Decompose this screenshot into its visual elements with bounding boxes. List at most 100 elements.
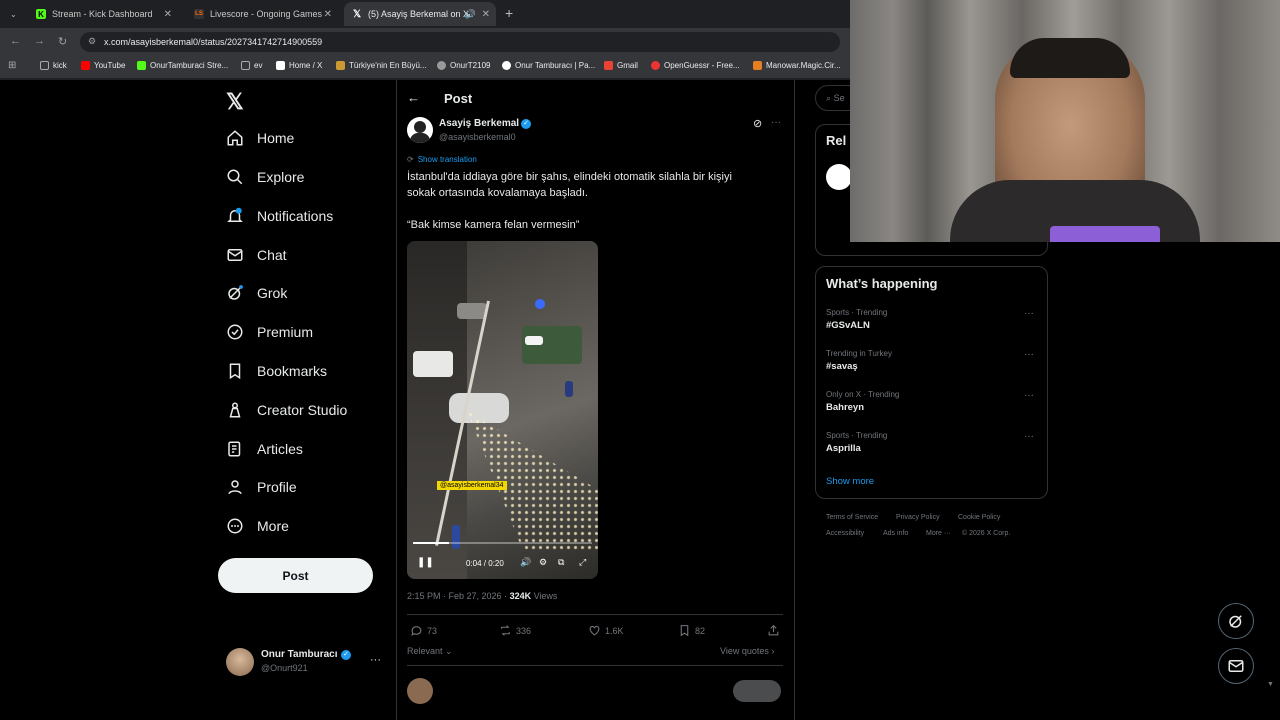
pip-icon[interactable]: ⧉	[558, 557, 564, 568]
like-button[interactable]: 1.6K	[588, 624, 624, 637]
bookmark-gmail[interactable]: Gmail	[604, 61, 638, 70]
video-progress-track[interactable]	[413, 542, 592, 544]
sidebar-item-profile[interactable]: Profile	[226, 478, 297, 496]
reload-icon[interactable]: ↻	[58, 35, 67, 48]
trend-category: Trending in Turkey	[826, 349, 892, 358]
x-logo-icon[interactable]: 𝕏	[226, 89, 244, 115]
reply-button[interactable]: 73	[410, 624, 437, 637]
whats-happening-box	[815, 266, 1048, 499]
avatar[interactable]	[226, 648, 254, 676]
share-button[interactable]	[767, 624, 784, 637]
divider	[407, 614, 783, 615]
sidebar-item-bookmarks[interactable]: Bookmarks	[226, 362, 327, 380]
chevron-right-icon: ›	[771, 646, 775, 656]
footer-more[interactable]: More ···	[926, 530, 951, 537]
trend-item[interactable]: #savaş	[826, 361, 858, 372]
sidebar-item-more[interactable]: More	[226, 517, 289, 535]
trend-menu-icon[interactable]: ···	[1024, 349, 1034, 360]
grok-float-button[interactable]	[1218, 603, 1254, 639]
volume-icon[interactable]: 🔊	[520, 557, 531, 568]
search-icon: ⌕	[826, 93, 832, 103]
messages-float-button[interactable]	[1218, 648, 1254, 684]
video-progress-fill	[413, 542, 449, 544]
post-menu-icon[interactable]: ···	[771, 117, 781, 128]
reply-button-disabled[interactable]	[733, 680, 781, 702]
bookmark-onur-pa[interactable]: Onur Tamburacı | Pa...	[502, 61, 595, 70]
relevant-person-avatar[interactable]	[826, 164, 852, 190]
trend-item[interactable]: Bahreyn	[826, 402, 864, 413]
verified-icon: ✓	[341, 650, 351, 660]
sidebar-item-grok[interactable]: Grok	[226, 284, 287, 302]
fullscreen-icon[interactable]: ⤢	[579, 557, 586, 568]
tab-kick[interactable]: K Stream - Kick Dashboard ✕	[28, 2, 178, 26]
show-translation-link[interactable]: ⟳ Show translation	[407, 155, 477, 164]
sidebar-item-explore[interactable]: Explore	[226, 168, 304, 186]
bookmark-turkiye[interactable]: Türkiye'nin En Büyü...	[336, 61, 427, 70]
whats-happening-title: What’s happening	[826, 276, 938, 291]
grok-explain-icon[interactable]: ⊘	[753, 117, 762, 130]
scroll-down-icon[interactable]: ▼	[1267, 681, 1274, 688]
trend-menu-icon[interactable]: ···	[1024, 431, 1034, 442]
tab-x-post[interactable]: 𝕏 (5) Asayiş Berkemal on X: " 🔊 ✕	[344, 2, 496, 26]
back-icon[interactable]: ←	[10, 35, 21, 47]
account-handle: @Onurt921	[261, 663, 308, 673]
sidebar-item-articles[interactable]: Articles	[226, 440, 303, 458]
apps-icon[interactable]: ⊞	[8, 60, 16, 71]
post-button[interactable]: Post	[218, 558, 373, 593]
sidebar-item-chat[interactable]: Chat	[226, 246, 287, 264]
close-icon[interactable]: ✕	[482, 9, 490, 20]
sidebar-item-home[interactable]: Home	[226, 129, 294, 147]
search-icon	[227, 169, 243, 185]
translate-icon: ⟳	[407, 155, 414, 164]
tab-search-button[interactable]: ⌄	[4, 2, 24, 26]
footer-accessibility[interactable]: Accessibility	[826, 530, 864, 537]
trend-item[interactable]: Asprilla	[826, 443, 861, 454]
home-icon	[227, 130, 243, 146]
speaker-icon[interactable]: 🔊	[465, 9, 476, 20]
account-menu-icon[interactable]: ···	[370, 654, 381, 666]
site-info-icon[interactable]: ⚙	[88, 36, 96, 47]
repost-button[interactable]: 336	[499, 624, 531, 637]
footer-privacy[interactable]: Privacy Policy	[896, 514, 940, 521]
premium-icon	[227, 324, 243, 340]
bookmark-onurt2109[interactable]: OnurT2109	[437, 61, 490, 70]
bookmark-openguessr[interactable]: OpenGuessr - Free...	[651, 61, 740, 70]
bookmark-home-x[interactable]: Home / X	[276, 61, 322, 70]
bookmark-onur-stream[interactable]: OnurTamburaci Stre...	[137, 61, 228, 70]
sidebar-item-creator-studio[interactable]: Creator Studio	[226, 401, 347, 419]
post-timestamp: 2:15 PM · Feb 27, 2026 · 324K Views	[407, 591, 558, 601]
bookmark-manowar[interactable]: Manowar.Magic.Cir...	[753, 61, 841, 70]
close-icon[interactable]: ✕	[164, 9, 172, 20]
bookmark-youtube[interactable]: YouTube	[81, 61, 125, 70]
forward-icon[interactable]: →	[34, 35, 45, 47]
show-more-link[interactable]: Show more	[826, 476, 874, 487]
author-handle[interactable]: @asayisberkemal0	[439, 132, 516, 142]
video-player[interactable]: @asayisberkemal34 ❚❚ 0:04 / 0:20 🔊 ⚙ ⧉ ⤢	[407, 241, 598, 579]
tab-livescore[interactable]: LS Livescore - Ongoing Games an ✕	[186, 2, 338, 26]
author-avatar[interactable]	[407, 117, 433, 143]
sidebar-item-notifications[interactable]: Notifications	[226, 207, 333, 225]
sidebar-item-premium[interactable]: Premium	[226, 323, 313, 341]
trend-item[interactable]: #GSvALN	[826, 320, 870, 331]
relevant-people-header: Rel	[826, 133, 847, 148]
reply-sort-dropdown[interactable]: Relevant ⌄	[407, 646, 453, 657]
column-divider-right	[794, 80, 795, 720]
settings-icon[interactable]: ⚙	[539, 557, 547, 568]
bookmark-kick[interactable]: kick	[40, 61, 67, 70]
trend-menu-icon[interactable]: ···	[1024, 308, 1034, 319]
footer-ads-info[interactable]: Ads info	[883, 530, 908, 537]
author-name[interactable]: Asayiş Berkemal	[439, 118, 519, 129]
new-tab-button[interactable]: +	[505, 5, 513, 21]
pause-icon[interactable]: ❚❚	[417, 557, 434, 568]
bookmark-ev[interactable]: ev	[241, 61, 262, 70]
post-quote: “Bak kimse kamera felan vermesin”	[407, 219, 580, 231]
bookmark-button[interactable]: 82	[678, 624, 705, 637]
back-arrow-icon[interactable]: ←	[407, 90, 420, 105]
view-quotes-link[interactable]: View quotes ›	[720, 646, 774, 656]
close-icon[interactable]: ✕	[324, 9, 332, 20]
footer-cookie[interactable]: Cookie Policy	[958, 514, 1000, 521]
video-watermark: @asayisberkemal34	[437, 481, 507, 490]
trend-menu-icon[interactable]: ···	[1024, 390, 1034, 401]
address-bar[interactable]: ⚙ x.com/asayisberkemal0/status/202734174…	[80, 32, 840, 52]
footer-terms[interactable]: Terms of Service	[826, 514, 878, 521]
